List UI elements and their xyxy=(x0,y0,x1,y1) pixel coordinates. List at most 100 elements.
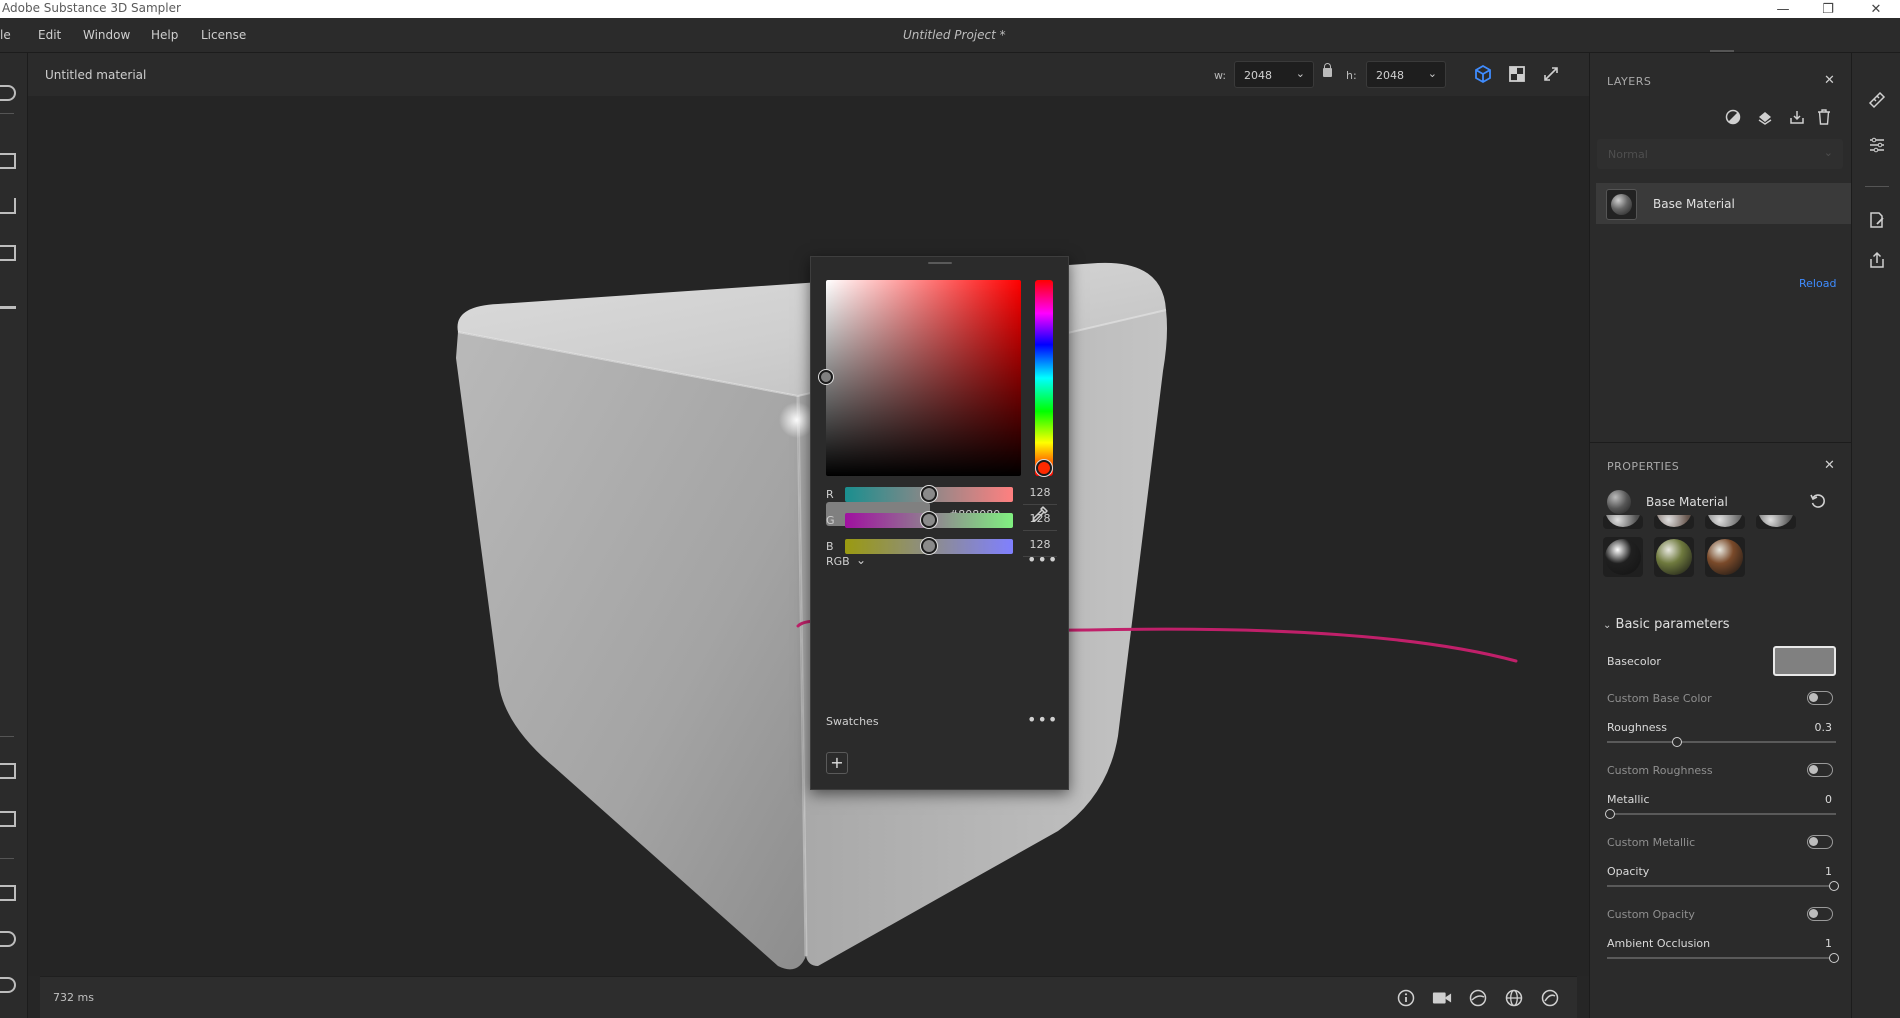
opacity-thumb[interactable] xyxy=(1829,881,1839,891)
hue-slider[interactable] xyxy=(1035,280,1053,476)
trash-icon[interactable] xyxy=(1814,107,1834,127)
swatches-more-icon[interactable]: ••• xyxy=(1027,712,1057,731)
minimize-icon[interactable]: — xyxy=(1763,0,1803,18)
transform-icon[interactable] xyxy=(0,245,16,261)
material-preset[interactable] xyxy=(1756,515,1796,529)
3d-viewport[interactable] xyxy=(28,96,1589,976)
roughness-label: Roughness xyxy=(1607,721,1668,734)
material-preset[interactable] xyxy=(1603,537,1643,577)
mask-icon[interactable] xyxy=(1723,107,1743,127)
hue-thumb[interactable] xyxy=(1036,460,1052,476)
blend-mode-select[interactable]: Normal ⌄ xyxy=(1597,139,1843,169)
channel-label-b: B xyxy=(826,540,834,553)
material-preset[interactable] xyxy=(1654,537,1694,577)
opacity-label: Opacity xyxy=(1607,865,1650,878)
channel-label-r: R xyxy=(826,488,834,501)
info-icon[interactable] xyxy=(1396,988,1416,1008)
material-preset[interactable] xyxy=(1603,515,1643,529)
right-icon-strip xyxy=(1851,53,1900,1018)
metallic-thumb[interactable] xyxy=(1605,809,1615,819)
menu-help[interactable]: Help xyxy=(151,28,178,42)
environment-icon[interactable] xyxy=(1468,988,1488,1008)
preset-sphere xyxy=(1656,515,1692,527)
drag-handle[interactable] xyxy=(928,262,952,264)
material-preset[interactable] xyxy=(1654,515,1694,529)
globe-icon[interactable] xyxy=(1504,988,1524,1008)
layer-item[interactable]: Base Material xyxy=(1596,183,1852,224)
roughness-value[interactable]: 0.3 xyxy=(1815,721,1833,734)
ambient-occlusion-thumb[interactable] xyxy=(1829,953,1839,963)
close-layers-icon[interactable]: ✕ xyxy=(1824,73,1835,88)
channel-value-r[interactable]: 128 xyxy=(1023,483,1057,505)
basecolor-swatch[interactable] xyxy=(1773,646,1836,676)
material-ball-icon[interactable] xyxy=(1540,988,1560,1008)
menu-window[interactable]: Window xyxy=(83,28,130,42)
chevron-down-icon: ⌄ xyxy=(856,553,867,567)
metallic-value[interactable]: 0 xyxy=(1825,793,1832,806)
channel-thumb-b[interactable] xyxy=(921,538,938,554)
more-options-icon[interactable]: ••• xyxy=(1027,552,1057,571)
add-swatch-button[interactable]: + xyxy=(826,752,848,774)
adjustments-icon[interactable] xyxy=(1867,135,1887,155)
height-select[interactable]: 2048 ⌄ xyxy=(1366,61,1446,88)
layers-panel: LAYERS ✕ Normal ⌄ Base Material Reload xyxy=(1590,50,1852,442)
2d-view-icon[interactable] xyxy=(1506,63,1528,85)
ambient-occlusion-value[interactable]: 1 xyxy=(1825,937,1832,950)
roughness-slider[interactable] xyxy=(1607,737,1836,747)
crop-icon[interactable] xyxy=(0,153,16,169)
camera-icon[interactable] xyxy=(1432,988,1452,1008)
channel-slider-g[interactable] xyxy=(845,512,1013,528)
menu-edit[interactable]: Edit xyxy=(38,28,61,42)
channel-thumb-g[interactable] xyxy=(921,512,938,528)
custom-roughness-toggle[interactable] xyxy=(1807,763,1833,777)
width-select[interactable]: 2048 ⌄ xyxy=(1234,61,1314,88)
close-properties-icon[interactable]: ✕ xyxy=(1824,458,1835,473)
restore-icon[interactable]: ❐ xyxy=(1808,0,1848,18)
library-icon[interactable] xyxy=(0,811,16,827)
custom-opacity-label: Custom Opacity xyxy=(1607,908,1695,921)
layer-stack-icon[interactable] xyxy=(0,763,16,779)
channel-slider-r[interactable] xyxy=(845,486,1013,502)
stamp-icon[interactable] xyxy=(0,293,16,309)
menu-license[interactable]: License xyxy=(201,28,246,42)
3d-view-icon[interactable] xyxy=(1472,63,1494,85)
settings-icon[interactable] xyxy=(0,977,16,993)
basic-parameters-header[interactable]: ⌄ Basic parameters xyxy=(1603,617,1729,632)
channel-value-b[interactable]: 128 xyxy=(1023,535,1057,557)
close-icon[interactable]: ✕ xyxy=(1856,0,1896,18)
custom-opacity-toggle[interactable] xyxy=(1807,907,1833,921)
lock-icon[interactable] xyxy=(1323,63,1332,77)
ambient-occlusion-slider[interactable] xyxy=(1607,953,1839,963)
metallic-slider[interactable] xyxy=(1605,809,1836,819)
roughness-thumb[interactable] xyxy=(1672,737,1683,747)
perspective-icon[interactable] xyxy=(0,198,16,214)
saturation-value-thumb[interactable] xyxy=(819,370,833,384)
import-icon[interactable] xyxy=(1787,107,1807,127)
opacity-value[interactable]: 1 xyxy=(1825,865,1832,878)
material-preset[interactable] xyxy=(1705,537,1745,577)
ruler-icon[interactable] xyxy=(1867,90,1887,110)
custom-base-color-toggle[interactable] xyxy=(1807,691,1833,705)
reload-link[interactable]: Reload xyxy=(1799,277,1836,290)
channel-slider-b[interactable] xyxy=(845,538,1013,554)
section-title: Basic parameters xyxy=(1615,617,1730,632)
fullscreen-icon[interactable] xyxy=(1540,63,1562,85)
material-preset[interactable] xyxy=(1705,515,1745,529)
custom-metallic-toggle[interactable] xyxy=(1807,835,1833,849)
color-mode-select[interactable]: RGB ⌄ xyxy=(826,553,876,571)
channel-value-g[interactable]: 128 xyxy=(1023,509,1057,531)
export-icon[interactable] xyxy=(0,885,16,901)
height-value: 2048 xyxy=(1376,69,1404,82)
channel-thumb-r[interactable] xyxy=(921,486,938,502)
opacity-slider[interactable] xyxy=(1607,881,1839,891)
saturation-value-field[interactable] xyxy=(819,280,1021,476)
cloud-icon[interactable] xyxy=(0,931,16,947)
left-toolbar xyxy=(0,53,28,1018)
menu-file[interactable]: le xyxy=(0,28,11,42)
document-edit-icon[interactable] xyxy=(1867,210,1887,230)
panel-resize-handle[interactable] xyxy=(1710,50,1734,52)
layer-effects-icon[interactable] xyxy=(1755,107,1775,127)
add-icon[interactable] xyxy=(0,85,16,101)
reset-icon[interactable] xyxy=(1809,492,1827,510)
share-icon[interactable] xyxy=(1867,250,1887,270)
